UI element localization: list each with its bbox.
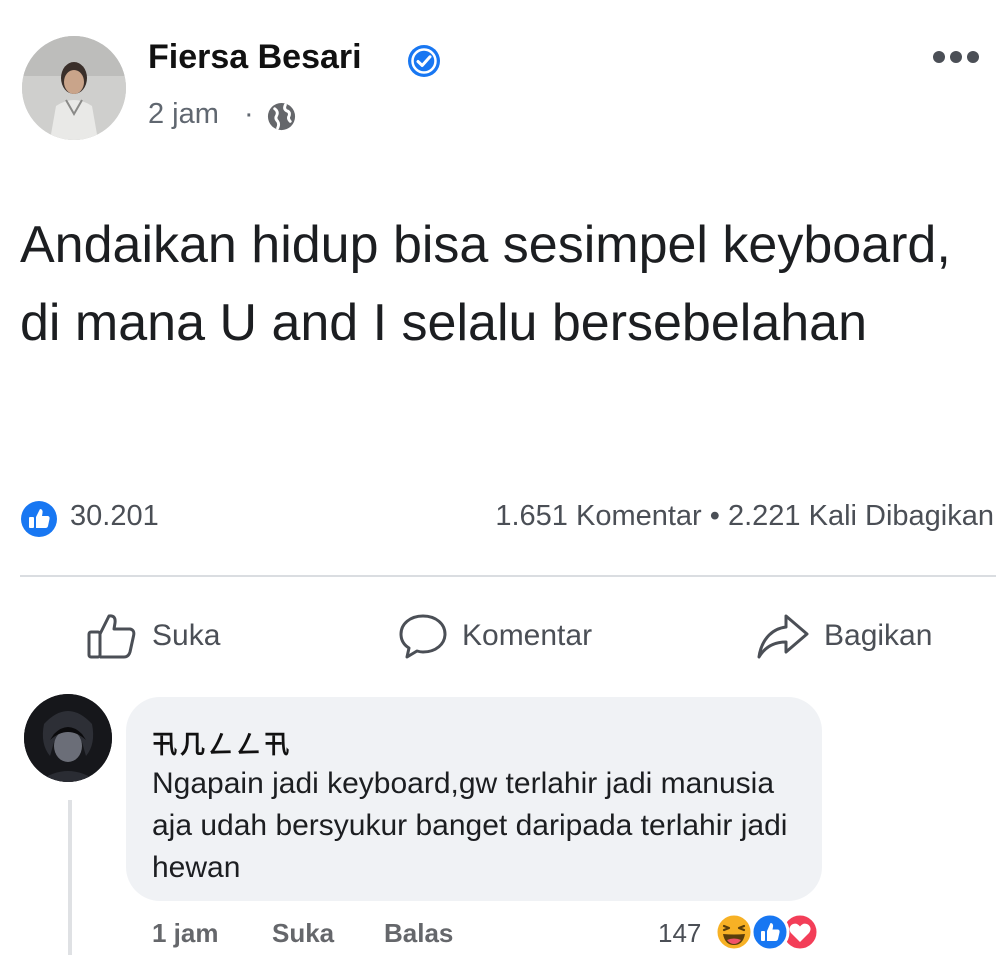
commenter-avatar[interactable]	[24, 694, 112, 782]
verified-badge-icon	[408, 45, 440, 77]
more-options-icon[interactable]	[932, 48, 980, 66]
comment-like-button[interactable]: Suka	[272, 918, 334, 949]
post-timestamp[interactable]: 2 jam	[148, 98, 219, 131]
comment-text: Ngapain jadi keyboard,gw terlahir jadi m…	[152, 767, 788, 884]
haha-icon	[714, 912, 754, 952]
thumbs-up-icon	[87, 614, 136, 659]
like-icon	[750, 912, 790, 952]
thread-line	[68, 800, 72, 955]
like-button-label: Suka	[152, 619, 221, 652]
comment-reactions[interactable]	[712, 911, 824, 953]
comment-button-label: Komentar	[462, 619, 593, 652]
globe-icon	[267, 102, 296, 131]
author-name[interactable]: Fiersa Besari	[148, 38, 362, 77]
like-button[interactable]: Suka	[86, 608, 220, 664]
post-text: Andaikan hidup bisa sesimpel keyboard, d…	[20, 216, 951, 352]
divider	[20, 575, 996, 577]
comment-button[interactable]: Komentar	[398, 608, 592, 664]
comments-shares-count[interactable]: 1.651 Komentar • 2.221 Kali Dibagikan	[495, 500, 994, 533]
comment-reaction-count[interactable]: 147	[658, 918, 701, 949]
share-arrow-icon	[757, 614, 809, 659]
like-reaction-icon[interactable]	[20, 500, 58, 538]
comment-reply-button[interactable]: Balas	[384, 918, 453, 949]
comment-timestamp[interactable]: 1 jam	[152, 918, 219, 949]
separator-dot: ·	[244, 98, 254, 130]
comment-bubble-icon	[399, 614, 447, 659]
share-button-label: Bagikan	[824, 619, 933, 652]
commenter-name[interactable]: 卂几ㄥㄥ卂	[152, 725, 292, 761]
share-button[interactable]: Bagikan	[756, 608, 932, 664]
reaction-count[interactable]: 30.201	[70, 500, 159, 533]
author-avatar[interactable]	[22, 36, 126, 140]
